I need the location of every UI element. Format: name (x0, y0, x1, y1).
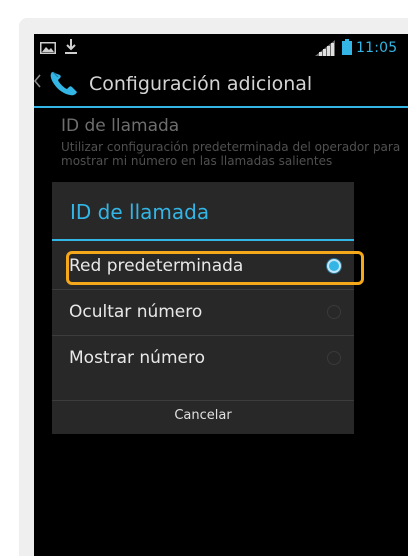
phone-screen: 11:05 Configuración adicional ID de llam… (34, 34, 408, 556)
battery-icon (342, 39, 352, 55)
radio-checked-icon[interactable] (327, 259, 341, 273)
signal-icon (315, 40, 335, 56)
dialog-title-divider (52, 239, 354, 241)
status-bar: 11:05 (34, 34, 408, 64)
caller-id-dialog: ID de llamada Red predeterminada Ocultar… (52, 182, 364, 434)
cancel-button[interactable]: Cancelar (52, 400, 354, 434)
preference-title: ID de llamada (61, 116, 180, 136)
option-red-predeterminada[interactable]: Red predeterminada (52, 244, 354, 290)
radio-unchecked-icon[interactable] (327, 305, 341, 319)
dialog-title: ID de llamada (70, 200, 210, 224)
actionbar-divider (34, 106, 408, 108)
phone-icon[interactable] (46, 68, 82, 98)
radio-unchecked-icon[interactable] (327, 351, 341, 365)
download-icon (65, 39, 77, 54)
option-ocultar-numero[interactable]: Ocultar número (52, 290, 354, 336)
option-label: Red predeterminada (69, 256, 244, 276)
option-label: Ocultar número (69, 302, 203, 322)
actionbar-title: Configuración adicional (89, 73, 313, 95)
option-label: Mostrar número (69, 348, 205, 368)
image-icon (40, 42, 56, 54)
clock: 11:05 (356, 40, 398, 56)
preference-summary: Utilizar configuración predeterminada de… (61, 140, 401, 168)
option-mostrar-numero[interactable]: Mostrar número (52, 336, 354, 382)
chevron-left-icon[interactable] (34, 74, 42, 88)
